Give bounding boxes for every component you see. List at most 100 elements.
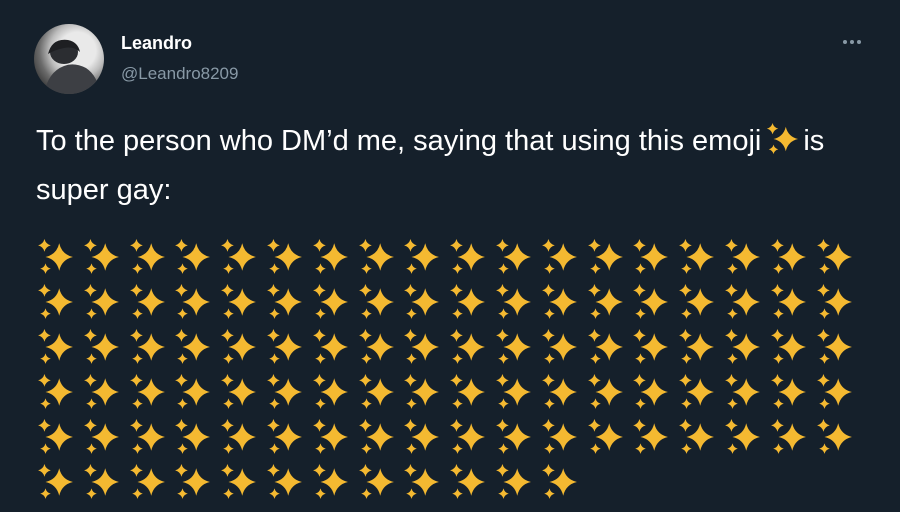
sparkles-emoji-icon [175,464,211,499]
sparkles-emoji-icon [267,374,302,409]
sparkles-emoji-icon [770,419,806,454]
sparkles-emoji-icon [541,419,577,454]
sparkles-emoji-icon [83,239,119,274]
sparkles-emoji-icon [129,329,165,364]
sparkles-emoji-icon [450,464,486,499]
sparkles-emoji-icon [816,284,852,319]
sparkles-emoji-icon [358,374,394,409]
sparkles-emoji-icon [725,239,760,274]
tweet-text-part-1: To the person who DM’d me, saying that u… [36,125,762,157]
sparkles-emoji-icon [496,329,531,364]
sparkles-emoji-icon [83,419,119,454]
avatar[interactable] [34,24,104,94]
sparkles-emoji-icon [725,284,760,319]
sparkles-emoji-icon [770,329,806,364]
sparkles-emoji-icon [765,122,799,169]
sparkles-emoji-icon [587,374,623,409]
sparkles-emoji-icon [633,419,669,454]
tweet-text: To the person who DM’d me, saying that u… [36,120,866,212]
sparkles-emoji-icon [587,239,623,274]
sparkles-emoji-icon [450,374,486,409]
sparkles-emoji-icon [83,284,119,319]
sparkles-emoji-icon [404,464,440,499]
sparkles-emoji-icon [496,464,531,499]
sparkles-emoji-icon [175,329,211,364]
sparkles-emoji-icon [221,374,257,409]
sparkles-emoji-icon [496,239,531,274]
sparkles-emoji-icon [38,374,73,409]
sparkles-emoji-icon [38,464,73,499]
sparkles-emoji-icon [587,329,623,364]
sparkles-emoji-icon [358,464,394,499]
sparkles-emoji-icon [679,374,715,409]
sparkles-emoji-icon [129,239,165,274]
sparkles-emoji-icon [496,419,531,454]
sparkles-emoji-icon [541,374,577,409]
sparkles-emoji-icon [267,464,302,499]
sparkles-emoji-icon [725,329,760,364]
sparkles-emoji-icon [83,374,119,409]
sparkles-emoji-icon [312,464,348,499]
sparkles-emoji-icon [679,284,715,319]
user-handle[interactable]: @Leandro8209 [121,64,238,84]
sparkles-emoji-icon [358,419,394,454]
sparkles-emoji-icon [496,284,531,319]
sparkles-emoji-icon [541,284,577,319]
sparkles-emoji-icon [175,419,211,454]
sparkles-emoji-icon [541,329,577,364]
sparkles-emoji-icon [587,419,623,454]
sparkles-emoji-icon [267,419,302,454]
sparkles-emoji-icon [312,239,348,274]
sparkles-emoji-icon [221,284,257,319]
sparkles-emoji-icon [770,284,806,319]
display-name[interactable]: Leandro [121,33,192,54]
sparkles-emoji-icon [541,239,577,274]
sparkles-emoji-icon [312,284,348,319]
sparkles-emoji-icon [175,374,211,409]
sparkles-emoji-icon [83,464,119,499]
sparkles-emoji-icon [679,239,715,274]
sparkles-emoji-icon [496,374,531,409]
sparkles-emoji-icon [679,329,715,364]
sparkles-emoji-icon [450,419,486,454]
sparkles-emoji-icon [816,239,852,274]
sparkles-emoji-icon [221,464,257,499]
profile-photo-icon [44,39,100,94]
sparkles-emoji-icon [358,239,394,274]
sparkles-emoji-icon [725,419,760,454]
sparkles-emoji-icon [587,284,623,319]
sparkles-emoji-icon [816,419,852,454]
sparkles-emoji-icon [679,419,715,454]
sparkles-emoji-icon [267,284,302,319]
sparkles-emoji-icon [129,464,165,499]
sparkles-emoji-icon [450,329,486,364]
sparkles-emoji-icon [770,374,806,409]
sparkles-emoji-icon [450,284,486,319]
sparkles-emoji-icon [175,239,211,274]
sparkles-emoji-icon [450,239,486,274]
sparkles-emoji-icon [358,284,394,319]
sparkles-emoji-icon [175,284,211,319]
sparkles-emoji-icon [404,419,440,454]
more-horizontal-icon[interactable] [838,30,868,50]
sparkles-emoji-icon [129,374,165,409]
sparkles-emoji-icon [770,239,806,274]
sparkles-emoji-icon [816,329,852,364]
sparkles-emoji-icon [38,239,73,274]
sparkles-emoji-icon [38,284,73,319]
sparkles-emoji-icon [312,419,348,454]
sparkles-emoji-icon [541,464,577,499]
sparkles-emoji-icon [267,239,302,274]
sparkles-emoji-icon [221,419,257,454]
sparkles-emoji-icon [404,374,440,409]
sparkles-emoji-icon [725,374,760,409]
sparkles-emoji-icon [633,329,669,364]
sparkles-emoji-icon [129,419,165,454]
sparkles-emoji-icon [221,329,257,364]
tweet: Leandro @Leandro8209 To the person who D… [0,0,900,512]
sparkles-emoji-icon [633,374,669,409]
sparkles-emoji-icon [816,374,852,409]
sparkles-emoji-icon [404,239,440,274]
sparkles-emoji-icon [83,329,119,364]
sparkles-emoji-icon [129,284,165,319]
